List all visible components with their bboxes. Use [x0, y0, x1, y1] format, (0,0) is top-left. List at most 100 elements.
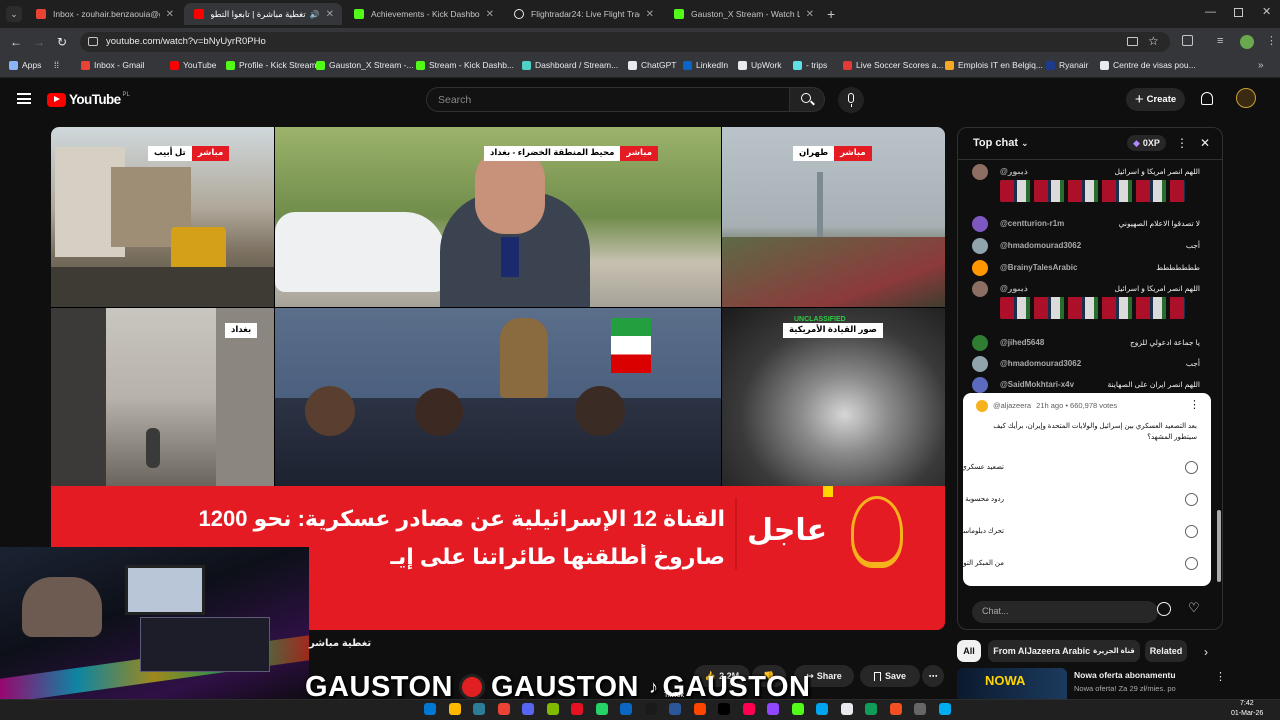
taskbar-app-icon[interactable]	[497, 703, 510, 715]
xp-badge[interactable]: ◆ 0XP	[1127, 135, 1166, 151]
tab-kick-achievements[interactable]: Achievements - Kick Dashboard ✕	[344, 3, 502, 25]
taskbar-app-icon[interactable]	[473, 703, 485, 715]
youtube-logo[interactable]: YouTube PL	[47, 92, 130, 107]
bookmark-item[interactable]: YouTube	[170, 60, 216, 70]
account-avatar[interactable]	[1236, 88, 1256, 108]
bookmarks-overflow-icon[interactable]: »	[1258, 60, 1264, 71]
chat-author[interactable]: @ذيبور	[1000, 167, 1028, 176]
bookmark-item[interactable]: ChatGPT	[628, 60, 676, 70]
chat-avatar[interactable]	[972, 164, 988, 180]
profile-avatar[interactable]	[1240, 35, 1254, 49]
bookmark-item[interactable]: Live Soccer Scores a...	[843, 60, 943, 70]
bookmark-item[interactable]: Gauston_X Stream -...	[316, 60, 414, 70]
sidebar-video-menu-icon[interactable]: ⋮	[1215, 670, 1226, 683]
bookmark-item[interactable]: Dashboard / Stream...	[522, 60, 618, 70]
maximize-button[interactable]	[1234, 8, 1243, 17]
bookmark-item[interactable]: Inbox - Gmail	[81, 60, 145, 70]
sidebar-thumbnail[interactable]: NOWA	[957, 668, 1067, 699]
new-tab-button[interactable]: +	[827, 6, 835, 22]
radio-button[interactable]	[1185, 557, 1198, 570]
poll-option[interactable]: ردود محسوبة دون الانزلاق لحرب شاملة	[958, 492, 1199, 508]
notifications-bell-icon[interactable]	[1201, 92, 1213, 105]
radio-button[interactable]	[1185, 493, 1198, 506]
chat-author[interactable]: @hmadomourad3062	[1000, 359, 1081, 368]
chat-author[interactable]: @SaidMokhtari-x4v	[1000, 380, 1074, 389]
poll-option[interactable]: تحرك دبلوماسي عاجل لاحتواء الأزمة	[958, 524, 1199, 540]
chat-avatar[interactable]	[972, 238, 988, 254]
taskbar-app-icon[interactable]	[865, 703, 877, 715]
taskbar-app-icon[interactable]	[840, 703, 853, 715]
poll-option[interactable]: تصعيد عسكري أوسع في المنطقة	[958, 460, 1199, 476]
chat-avatar[interactable]	[972, 377, 988, 393]
close-window-button[interactable]: ✕	[1262, 5, 1271, 18]
audio-icon[interactable]: 🔊	[310, 10, 320, 19]
tab-gmail[interactable]: Inbox - zouhair.benzaouia@gm ✕	[26, 3, 182, 25]
forward-button[interactable]: →	[33, 35, 45, 49]
chat-mode-dropdown[interactable]: Top chat ⌄	[973, 137, 1029, 149]
reload-button[interactable]: ↻	[57, 35, 67, 49]
taskbar-app-icon[interactable]	[693, 703, 706, 715]
taskbar-app-icon[interactable]	[914, 703, 926, 715]
chat-author[interactable]: @BrainyTalesArabic	[1000, 263, 1077, 272]
taskbar-app-icon[interactable]	[938, 703, 951, 715]
close-chat-icon[interactable]: ✕	[1200, 136, 1210, 150]
install-app-icon[interactable]	[1127, 37, 1138, 46]
guide-menu-icon[interactable]	[17, 93, 31, 104]
filter-chip-all[interactable]: All	[957, 640, 981, 662]
chat-avatar[interactable]	[972, 216, 988, 232]
bookmark-item[interactable]: Stream - Kick Dashb...	[416, 60, 514, 70]
taskbar-app-icon[interactable]	[718, 703, 730, 715]
close-tab-icon[interactable]: ✕	[646, 9, 654, 20]
taskbar-app-icon[interactable]	[791, 703, 804, 715]
bookmark-item[interactable]: - trips	[793, 60, 827, 70]
back-button[interactable]: ←	[10, 35, 22, 49]
poll-menu-icon[interactable]: ⋮	[1189, 398, 1200, 411]
taskbar-app-icon[interactable]	[767, 703, 779, 715]
chat-menu-icon[interactable]: ⋮	[1176, 136, 1188, 150]
bookmark-star-icon[interactable]: ☆	[1148, 34, 1159, 48]
chat-avatar[interactable]	[972, 281, 988, 297]
chat-input[interactable]: Chat...	[972, 601, 1158, 623]
taskbar-app-icon[interactable]	[620, 703, 632, 715]
radio-button[interactable]	[1185, 461, 1198, 474]
bookmark-item[interactable]: Apps	[9, 60, 41, 70]
chevron-right-icon[interactable]: ›	[1204, 645, 1208, 659]
bookmark-item[interactable]: LinkedIn	[683, 60, 728, 70]
taskbar-app-icon[interactable]	[595, 703, 608, 715]
browser-menu-icon[interactable]: ⋮	[1266, 34, 1277, 47]
bookmark-item[interactable]: UpWork	[738, 60, 782, 70]
chat-author[interactable]: @hmadomourad3062	[1000, 241, 1081, 250]
chat-avatar[interactable]	[972, 335, 988, 351]
taskbar-app-icon[interactable]	[448, 703, 461, 715]
taskbar-app-icon[interactable]	[571, 703, 583, 715]
bookmark-item[interactable]: Centre de visas pou...	[1100, 60, 1196, 70]
taskbar-app-icon[interactable]	[742, 703, 755, 715]
heart-icon[interactable]: ♡	[1188, 600, 1200, 616]
apps-grid-icon[interactable]: ⁞⁞	[54, 60, 59, 70]
tab-flightradar[interactable]: Flightradar24: Live Flight Tracke ✕	[504, 3, 662, 25]
search-button[interactable]	[789, 87, 825, 112]
taskbar-app-icon[interactable]	[522, 703, 534, 715]
chat-scrollbar[interactable]	[1217, 510, 1221, 582]
tab-kick-stream[interactable]: Gauston_X Stream - Watch Live ✕	[664, 3, 822, 25]
close-tab-icon[interactable]: ✕	[166, 9, 174, 20]
taskbar-app-icon[interactable]	[424, 703, 436, 715]
media-controls-icon[interactable]: ≡	[1217, 35, 1223, 47]
site-info-icon[interactable]	[88, 37, 98, 46]
filter-chip-related[interactable]: Related	[1145, 640, 1187, 662]
taskbar-app-icon[interactable]	[889, 703, 902, 715]
extensions-icon[interactable]	[1182, 35, 1193, 46]
chat-author[interactable]: @jihed5648	[1000, 338, 1044, 347]
chat-avatar[interactable]	[972, 356, 988, 372]
chat-author[interactable]: @centturion-r1m	[1000, 219, 1064, 228]
taskbar-app-icon[interactable]	[644, 703, 657, 715]
emoji-icon[interactable]	[1157, 602, 1171, 616]
more-actions-button[interactable]: ⋯	[922, 665, 944, 687]
taskbar-app-icon[interactable]	[546, 703, 559, 715]
taskbar-app-icon[interactable]	[669, 703, 681, 715]
voice-search-button[interactable]	[838, 87, 864, 113]
chat-author[interactable]: @ذيبور	[1000, 284, 1028, 293]
bookmark-item[interactable]: Ryanair	[1046, 60, 1088, 70]
sidebar-video-title[interactable]: Nowa oferta abonamentu	[1074, 670, 1176, 680]
tab-search-button[interactable]: ⌄	[6, 6, 22, 22]
